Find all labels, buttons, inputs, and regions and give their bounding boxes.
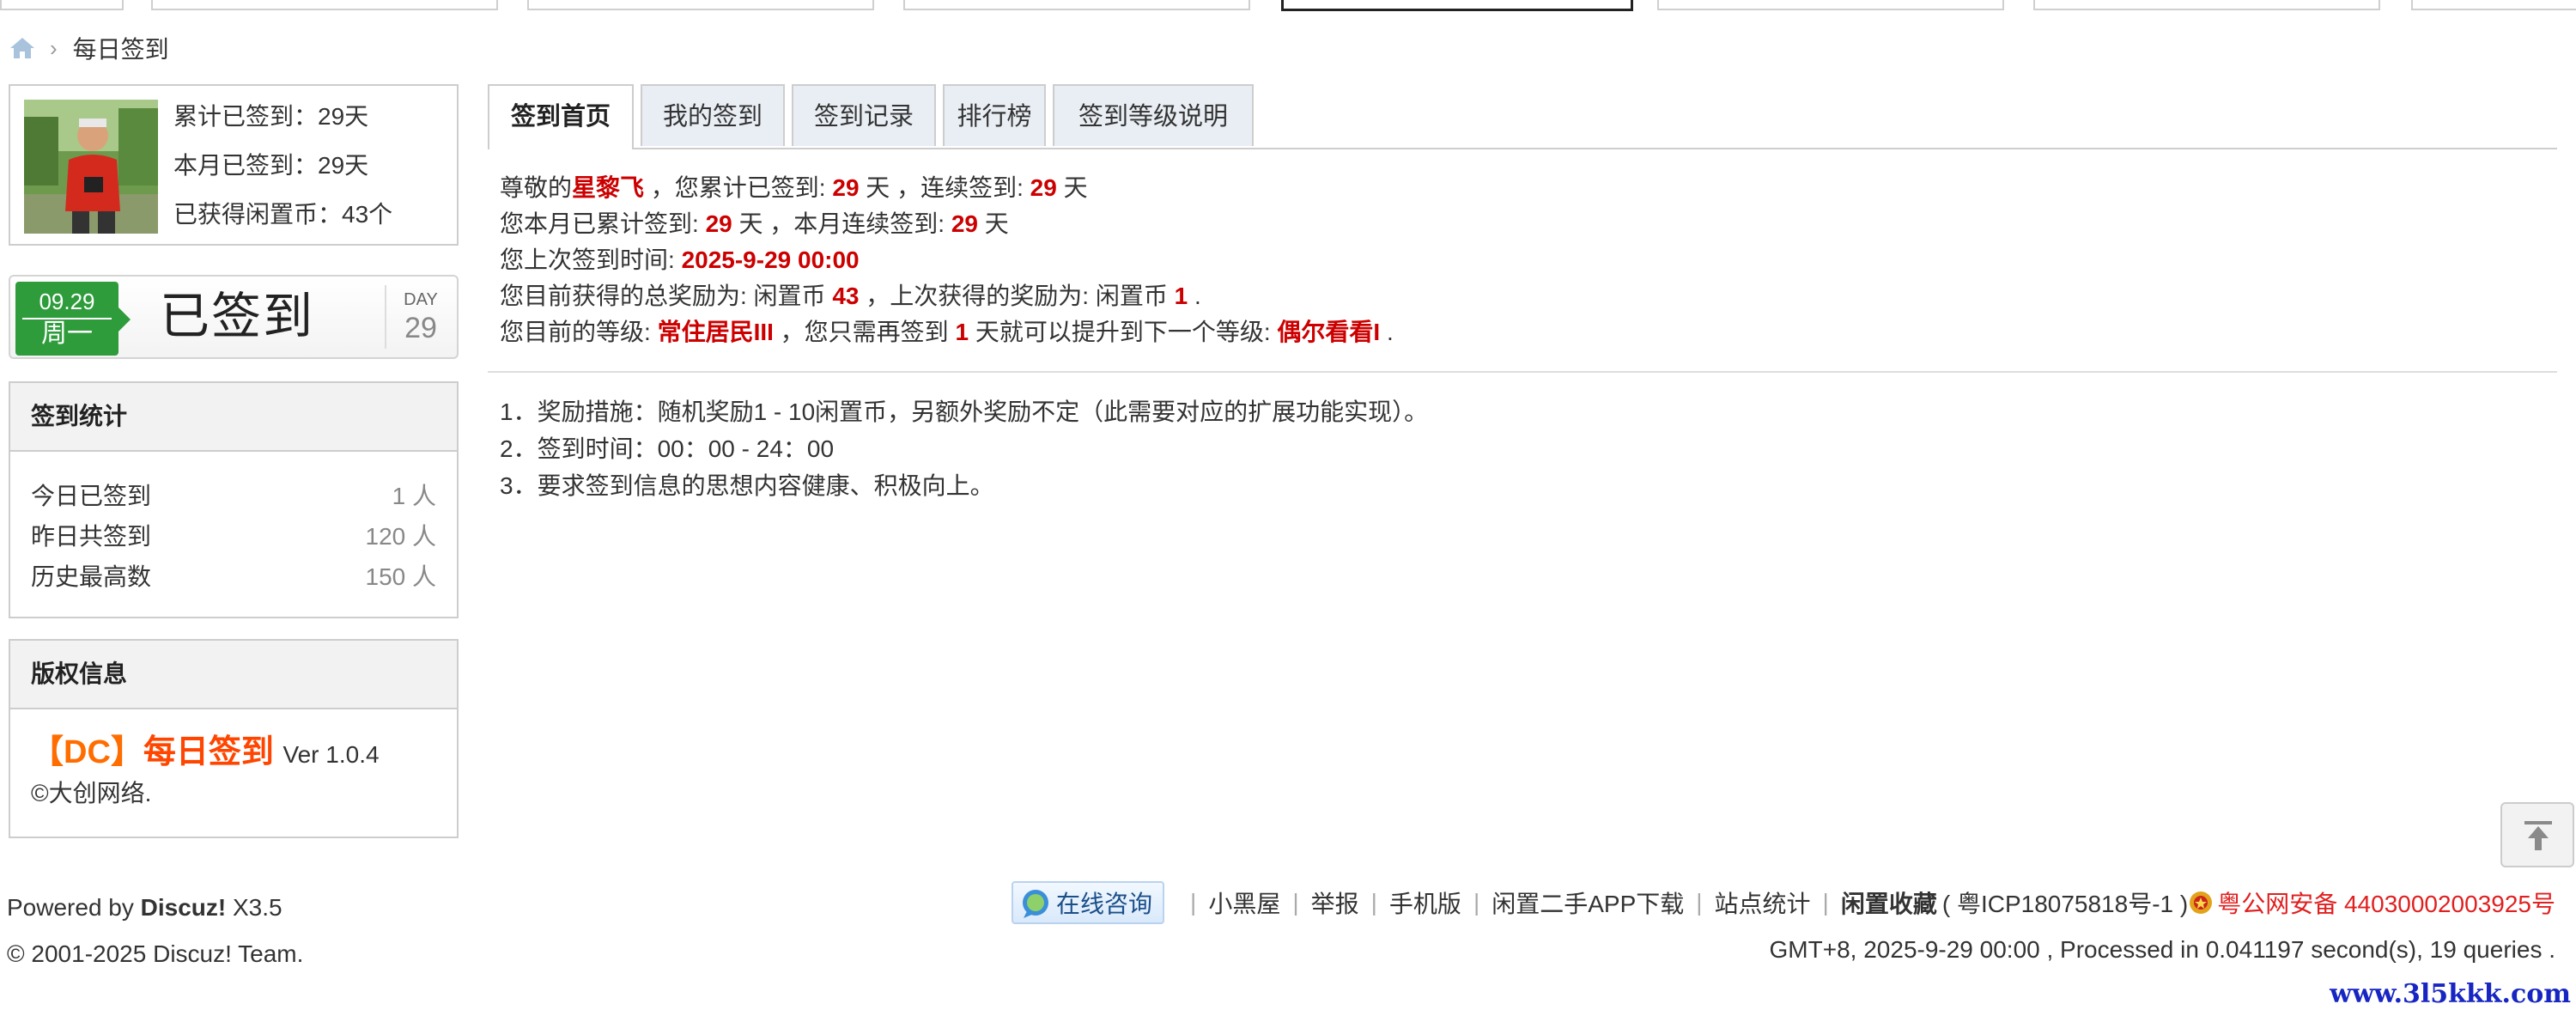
footer-link-app[interactable]: 闲置二手APP下载 xyxy=(1492,885,1684,920)
info-line-1: 尊敬的星黎飞 ，您累计已签到: 29 天 ，连续签到: 29 天 xyxy=(500,174,1088,201)
rule-item: 2．签到时间：00：00 - 24：00 xyxy=(500,435,835,462)
top-nav-tab[interactable] xyxy=(2411,0,2576,10)
sign-tabs: 签到首页 我的签到 签到记录 排行榜 签到等级说明 xyxy=(488,84,2557,149)
tab-level-info[interactable]: 签到等级说明 xyxy=(1053,84,1254,146)
stat-label: 昨日共签到 xyxy=(31,523,152,550)
footer-left: Powered by Discuz! X3.5 © 2001-2025 Disc… xyxy=(7,885,303,977)
stat-label: 今日已签到 xyxy=(31,483,152,509)
top-nav-tab[interactable] xyxy=(0,0,124,10)
discuz-link[interactable]: Discuz! xyxy=(141,894,227,921)
powered-by: Powered by Discuz! X3.5 xyxy=(7,894,283,921)
divider xyxy=(488,371,2557,373)
footer-separator: | xyxy=(1696,889,1703,916)
tab-my-sign[interactable]: 我的签到 xyxy=(641,84,785,146)
copyright-panel: 版权信息 【DC】每日签到 Ver 1.0.4 ©大创网络. xyxy=(9,639,459,838)
back-to-top-button[interactable] xyxy=(2500,802,2574,867)
top-nav-tab[interactable] xyxy=(151,0,498,10)
footer-separator: | xyxy=(1370,889,1377,916)
info-line-2: 您本月已累计签到: 29 天 ，本月连续签到: 29 天 xyxy=(500,210,1009,237)
top-nav-tab-active[interactable] xyxy=(1281,0,1633,11)
day-label: DAY xyxy=(404,290,438,309)
home-icon[interactable] xyxy=(9,36,36,60)
top-nav-tab[interactable] xyxy=(2033,0,2380,10)
stat-row: 昨日共签到 120 人 xyxy=(31,516,436,557)
tab-sign-records[interactable]: 签到记录 xyxy=(792,84,936,146)
footer-link-blackroom[interactable]: 小黑屋 xyxy=(1208,885,1280,920)
stat-value: 120 人 xyxy=(365,523,437,550)
tab-home[interactable]: 签到首页 xyxy=(488,84,634,149)
sign-rules: 1．奖励措施：随机奖励1 - 10闲置币，另额外奖励不定（此需要对应的扩展功能实… xyxy=(500,393,1428,504)
footer-link-mobile[interactable]: 手机版 xyxy=(1389,885,1461,920)
top-nav-tab[interactable] xyxy=(1657,0,2004,10)
icp-record[interactable]: ( 粤ICP18075818号-1 ) xyxy=(1942,885,2188,920)
day-counter: DAY 29 xyxy=(385,285,455,349)
footer-links: 在线咨询 | 小黑屋 | 举报 | 手机版 | 闲置二手APP下载 | 站点统计… xyxy=(1012,881,2555,924)
stat-row: 历史最高数 150 人 xyxy=(31,557,436,597)
watermark: www.3l5kkk.com xyxy=(2330,979,2571,1009)
arrow-up-icon xyxy=(2524,821,2552,850)
avatar[interactable] xyxy=(24,100,158,234)
dc-tag: 【DC】 xyxy=(31,734,143,770)
breadcrumb-current[interactable]: 每日签到 xyxy=(73,31,169,65)
police-record[interactable]: 粤公网安备 44030002003925号 xyxy=(2217,885,2555,920)
coins-text: 已获得闲置币：43个 xyxy=(173,201,393,228)
sign-weekday: 周一 xyxy=(22,318,112,347)
rule-item: 3．要求签到信息的思想内容健康、积极向上。 xyxy=(500,472,994,499)
stat-label: 历史最高数 xyxy=(31,563,152,590)
username[interactable]: 星黎飞 xyxy=(572,174,644,201)
info-line-3: 您上次签到时间: 2025-9-29 00:00 xyxy=(500,246,860,273)
chat-icon xyxy=(1023,890,1049,918)
date-badge: 09.29 周一 xyxy=(15,282,131,356)
tab-ranking[interactable]: 排行榜 xyxy=(943,84,1046,146)
sign-status-text: 已签到 xyxy=(160,289,315,344)
top-nav-tab[interactable] xyxy=(903,0,1250,10)
panel-title: 版权信息 xyxy=(10,641,457,709)
sign-stats-panel: 签到统计 今日已签到 1 人 昨日共签到 120 人 历史最高数 150 人 xyxy=(9,381,459,618)
breadcrumb-separator: › xyxy=(50,34,58,61)
total-signed-text: 累计已签到：29天 xyxy=(173,103,369,130)
online-consult-button[interactable]: 在线咨询 xyxy=(1012,881,1165,924)
site-brand[interactable]: 闲置收藏 xyxy=(1841,885,1937,920)
top-nav-strip xyxy=(0,0,2576,11)
month-signed-text: 本月已签到：29天 xyxy=(173,152,369,179)
company-text: ©大创网络. xyxy=(31,780,152,806)
footer-separator: | xyxy=(1190,889,1197,916)
footer-link-stats[interactable]: 站点统计 xyxy=(1715,885,1811,920)
footer-stats: GMT+8, 2025-9-29 00:00 , Processed in 0.… xyxy=(1769,936,2555,963)
stat-value: 1 人 xyxy=(392,483,436,509)
footer-link-report[interactable]: 举报 xyxy=(1311,885,1359,920)
plugin-name[interactable]: 每日签到 xyxy=(143,734,274,770)
info-line-4: 您目前获得的总奖励为: 闲置币 43 ，上次获得的奖励为: 闲置币 1 . xyxy=(500,283,1201,309)
stat-value: 150 人 xyxy=(365,563,437,590)
info-line-5: 您目前的等级: 常住居民III ，您只需再签到 1 天就可以提升到下一个等级: … xyxy=(500,319,1394,345)
footer-separator: | xyxy=(1473,889,1480,916)
police-badge-icon xyxy=(2190,891,2213,914)
breadcrumb: › 每日签到 xyxy=(9,31,169,65)
footer-separator: | xyxy=(1822,889,1829,916)
sign-info: 尊敬的星黎飞 ，您累计已签到: 29 天 ，连续签到: 29 天 您本月已累计签… xyxy=(500,170,1394,350)
sign-date: 09.29 xyxy=(39,289,95,314)
footer-separator: | xyxy=(1292,889,1299,916)
online-consult-label: 在线咨询 xyxy=(1056,891,1153,917)
panel-title: 签到统计 xyxy=(10,383,457,452)
stat-row: 今日已签到 1 人 xyxy=(31,476,436,516)
footer-copyright: © 2001-2025 Discuz! Team. xyxy=(7,940,304,967)
top-nav-tab[interactable] xyxy=(527,0,874,10)
sign-status-card[interactable]: 09.29 周一 已签到 DAY 29 xyxy=(9,275,459,359)
user-summary: 累计已签到：29天 本月已签到：29天 已获得闲置币：43个 xyxy=(9,84,459,246)
day-count: 29 xyxy=(404,312,437,344)
plugin-version: Ver 1.0.4 xyxy=(283,741,380,768)
rule-item: 1．奖励措施：随机奖励1 - 10闲置币，另额外奖励不定（此需要对应的扩展功能实… xyxy=(500,399,1429,425)
